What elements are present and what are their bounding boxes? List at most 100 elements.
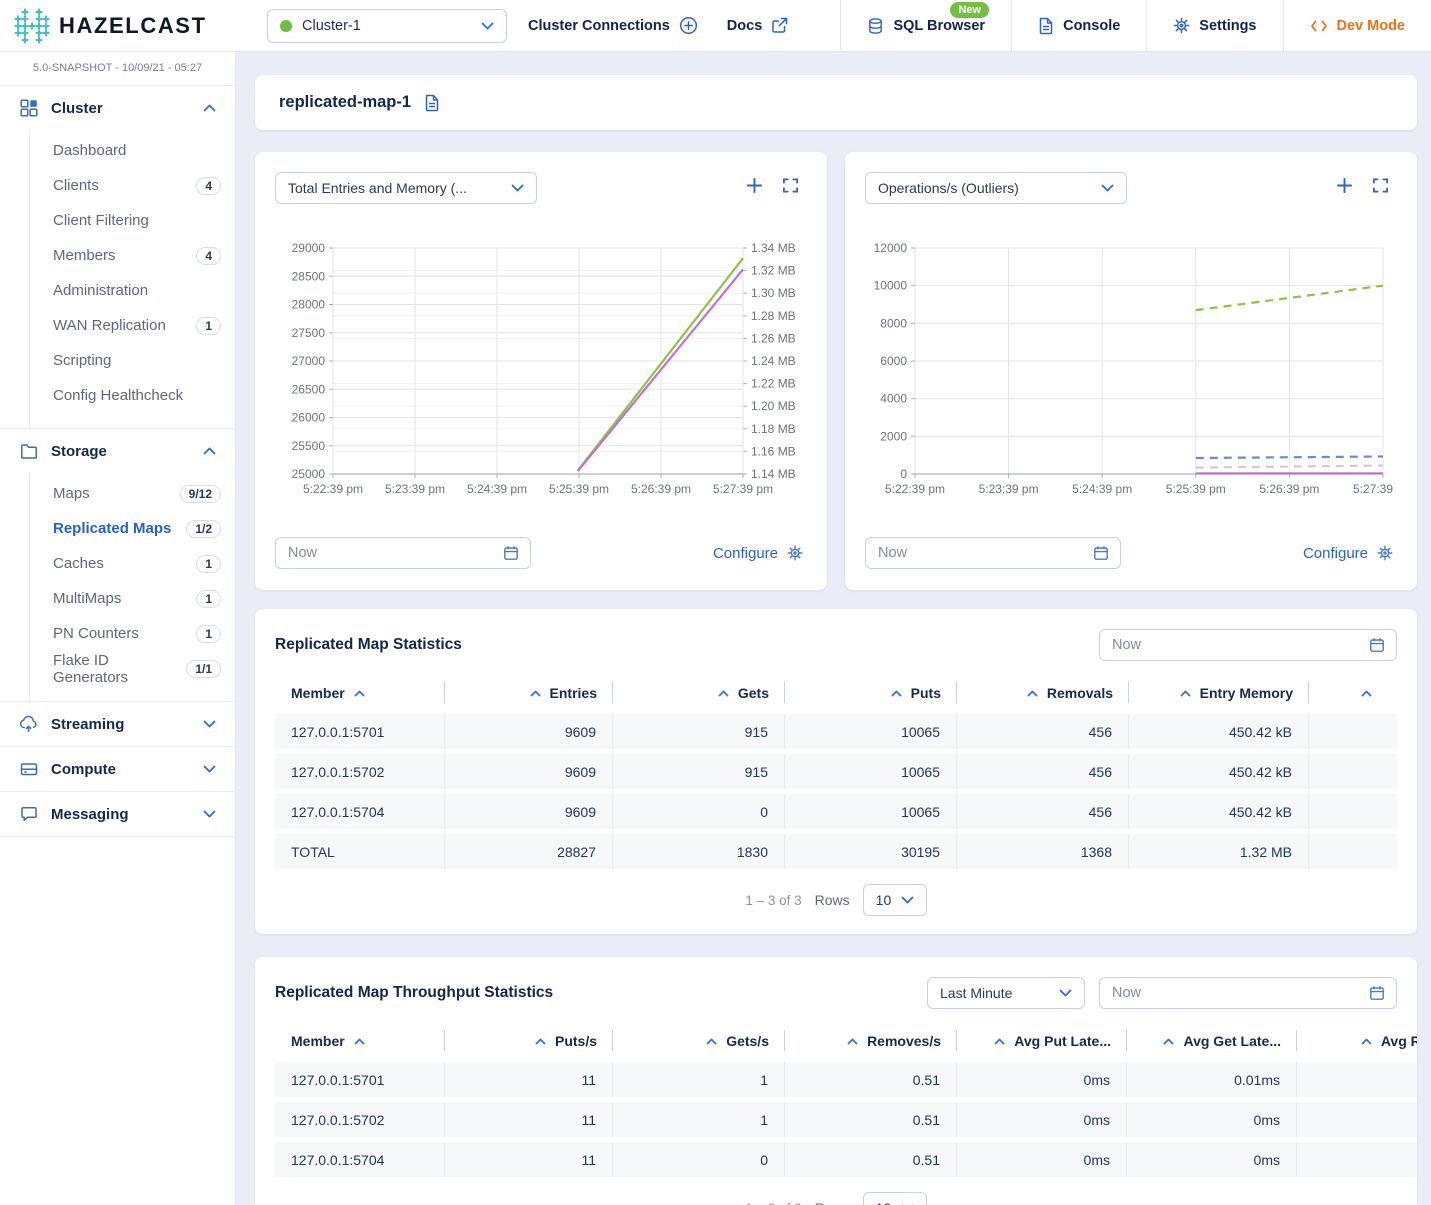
fullscreen-icon[interactable] [782,177,799,194]
section-label: Streaming [51,716,187,733]
metric-select[interactable]: Total Entries and Memory (... [275,172,537,204]
column-header[interactable]: Avg Rem [1297,1025,1417,1062]
sort-caret-icon [1361,690,1372,697]
sidebar-item-scripting[interactable]: Scripting [30,343,235,378]
time-picker[interactable]: Now [275,537,531,569]
column-header[interactable] [1309,677,1397,714]
column-header[interactable]: Entries [445,677,613,714]
svg-text:5:25:39 pm: 5:25:39 pm [549,482,609,496]
configure-link[interactable]: Configure [713,545,803,562]
svg-text:10000: 10000 [874,279,908,293]
table-cell: 0.51 [785,1062,957,1097]
gear-icon [787,545,803,561]
svg-text:26500: 26500 [292,382,326,396]
sidebar-item-maps[interactable]: Maps9/12 [30,476,235,511]
chevron-down-icon [481,22,494,30]
sidebar-item-replicated-maps[interactable]: Replicated Maps1/2 [30,511,235,546]
count-badge: 1 [196,590,221,608]
sidebar-item-wan-replication[interactable]: WAN Replication1 [30,308,235,343]
page-title: replicated-map-1 [279,93,411,112]
time-picker[interactable]: Now [1099,977,1397,1009]
time-picker[interactable]: Now [865,537,1121,569]
time-picker-value: Now [878,545,1085,561]
operations-chart: 5:22:39 pm5:23:39 pm5:24:39 pm5:25:39 pm… [865,240,1397,500]
column-header[interactable]: Member [275,677,445,714]
svg-text:5:22:39 pm: 5:22:39 pm [885,482,945,496]
sidebar-item-dashboard[interactable]: Dashboard [30,133,235,168]
interval-select[interactable]: Last Minute [927,977,1085,1009]
new-badge: New [950,2,989,18]
sidebar-section-header-streaming[interactable]: Streaming [0,702,235,746]
sidebar-item-config-healthcheck[interactable]: Config Healthcheck [30,378,235,413]
column-header[interactable]: Removals [957,677,1129,714]
table-cell: 127.0.0.1:5701 [275,714,445,749]
docs-link[interactable]: Docs [727,17,788,34]
sidebar-item-client-filtering[interactable]: Client Filtering [30,203,235,238]
sql-browser-button[interactable]: New SQL Browser [840,0,1011,51]
column-header[interactable]: Avg Get Late... [1127,1025,1297,1062]
replicated-map-statistics-card: Replicated Map Statistics Now MemberEntr… [255,609,1417,934]
sidebar-section-header-storage[interactable]: Storage [0,429,235,473]
console-label: Console [1063,18,1120,34]
cluster-select[interactable]: Cluster-1 [267,9,507,43]
table-cell: 10065 [785,754,957,789]
sidebar-item-clients[interactable]: Clients4 [30,168,235,203]
column-header[interactable]: Member [275,1025,445,1062]
pagination-rows-label: Rows [815,892,850,908]
svg-text:28500: 28500 [292,269,326,283]
sidebar-item-administration[interactable]: Administration [30,273,235,308]
replicated-map-throughput-card: Replicated Map Throughput Statistics Las… [255,957,1417,1205]
column-label: Avg Get Late... [1183,1033,1281,1049]
svg-text:28000: 28000 [292,298,326,312]
dev-mode-button[interactable]: Dev Mode [1283,0,1431,51]
column-header[interactable]: Avg Put Late... [957,1025,1127,1062]
console-button[interactable]: Console [1011,0,1146,51]
add-chart-icon[interactable] [746,177,763,194]
svg-text:1.24 MB: 1.24 MB [751,354,796,368]
hazelcast-logo[interactable]: HAZELCAST [0,8,236,44]
table-cell [1297,1102,1417,1137]
configure-label: Configure [713,545,778,562]
column-label: Removals [1047,685,1113,701]
calendar-icon [1369,637,1385,653]
count-badge: 1 [196,625,221,643]
sidebar-section-header-messaging[interactable]: Messaging [0,792,235,836]
column-header[interactable]: Removes/s [785,1025,957,1062]
fullscreen-icon[interactable] [1372,177,1389,194]
page-size-select[interactable]: 10 [863,1192,927,1205]
sidebar-item-label: Maps [53,485,90,502]
svg-text:1.30 MB: 1.30 MB [751,286,796,300]
sidebar-item-flake-id-generators[interactable]: Flake ID Generators1/1 [30,651,235,686]
configure-label: Configure [1303,545,1368,562]
cluster-connections-link[interactable]: Cluster Connections [528,16,698,35]
sidebar-item-caches[interactable]: Caches1 [30,546,235,581]
sidebar-section-header-cluster[interactable]: Cluster [0,86,235,130]
page-size-value: 10 [876,1200,891,1205]
column-header[interactable]: Gets [613,677,785,714]
sidebar-item-members[interactable]: Members4 [30,238,235,273]
count-badge: 1 [196,317,221,335]
table-cell: 11 [445,1062,613,1097]
sidebar-item-pn-counters[interactable]: PN Counters1 [30,616,235,651]
sidebar-section-header-compute[interactable]: Compute [0,747,235,791]
chat-icon [19,805,38,823]
map-config-file-icon[interactable] [424,94,440,112]
svg-text:26000: 26000 [292,411,326,425]
table-cell: 10065 [785,794,957,829]
table-cell: 1 [613,1102,785,1137]
table-cell: 456 [957,794,1129,829]
column-header[interactable]: Gets/s [613,1025,785,1062]
time-picker[interactable]: Now [1099,629,1397,661]
metric-select[interactable]: Operations/s (Outliers) [865,172,1127,204]
settings-button[interactable]: Settings [1146,0,1282,51]
sidebar-item-multimaps[interactable]: MultiMaps1 [30,581,235,616]
column-header[interactable]: Puts [785,677,957,714]
add-chart-icon[interactable] [1336,177,1353,194]
sort-caret-icon [891,690,902,697]
configure-link[interactable]: Configure [1303,545,1393,562]
chevron-down-icon [200,720,219,728]
column-header[interactable]: Entry Memory [1129,677,1309,714]
page-size-select[interactable]: 10 [863,884,927,916]
column-header[interactable]: Puts/s [445,1025,613,1062]
count-badge: 1/1 [186,660,221,678]
